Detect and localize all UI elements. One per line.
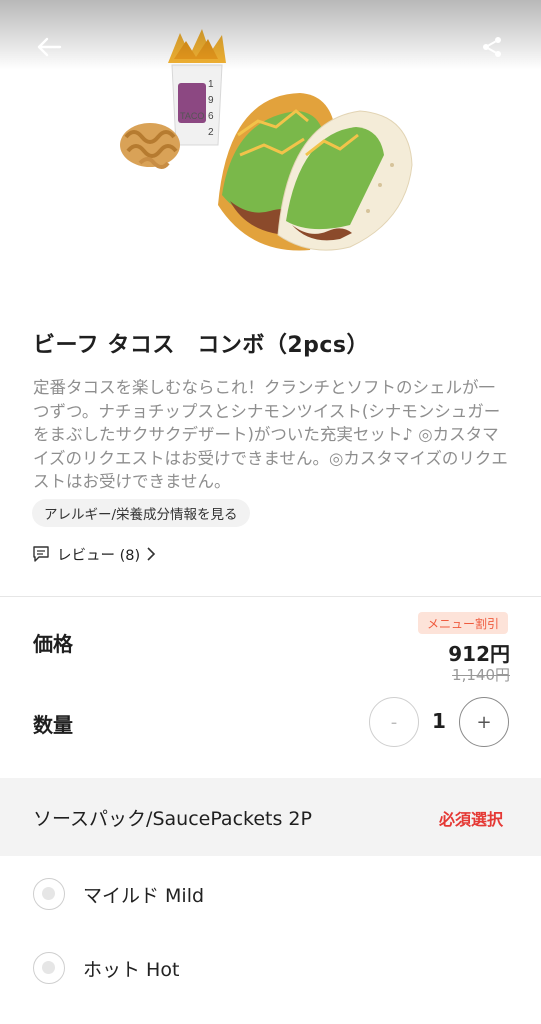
- radio-button[interactable]: [33, 952, 65, 984]
- option-hot[interactable]: ホット Hot: [0, 931, 541, 1005]
- quantity-value: 1: [432, 709, 446, 733]
- sauce-options-title: ソースパック/SaucePackets 2P: [33, 808, 312, 830]
- svg-text:2: 2: [208, 127, 214, 138]
- price-label: 価格: [33, 632, 73, 656]
- svg-text:1: 1: [208, 79, 214, 90]
- share-button[interactable]: [477, 32, 507, 62]
- product-title: ビーフ タコス コンボ（2pcs）: [33, 333, 370, 358]
- svg-text:TACO: TACO: [180, 111, 204, 121]
- quantity-label: 数量: [33, 713, 73, 737]
- option-mild[interactable]: マイルド Mild: [0, 857, 541, 931]
- reviews-link[interactable]: レビュー (8): [32, 543, 156, 565]
- product-hero: TACO 1 9 6 2: [0, 0, 541, 300]
- option-label: マイルド Mild: [83, 884, 205, 907]
- svg-text:9: 9: [208, 95, 214, 106]
- discount-badge: メニュー割引: [417, 612, 508, 634]
- increase-quantity-button[interactable]: +: [459, 697, 509, 747]
- sauce-options-header: ソースパック/SaucePackets 2P 必須選択: [0, 778, 541, 856]
- chevron-right-icon: [147, 547, 156, 561]
- original-price: 1,140円: [452, 666, 510, 684]
- radio-button[interactable]: [33, 878, 65, 910]
- header-gradient: [0, 0, 541, 70]
- arrow-left-icon: [37, 37, 62, 57]
- share-icon: [483, 37, 501, 57]
- decrease-quantity-button[interactable]: -: [369, 697, 419, 747]
- section-divider: [0, 596, 541, 597]
- required-badge: 必須選択: [438, 810, 503, 829]
- reviews-label: レビュー (8): [57, 547, 141, 564]
- comment-icon: [33, 546, 49, 562]
- svg-text:6: 6: [208, 111, 214, 122]
- cinnamon-twist-illustration: [120, 123, 180, 169]
- product-description: 定番タコスを楽しむならこれ！クランチとソフトのシェルが一つずつ。ナチョチップスと…: [33, 378, 508, 491]
- option-label: ホット Hot: [83, 958, 180, 981]
- current-price: 912円: [448, 642, 510, 666]
- back-button[interactable]: [34, 32, 64, 62]
- allergy-info-button[interactable]: アレルギー/栄養成分情報を見る: [32, 499, 250, 527]
